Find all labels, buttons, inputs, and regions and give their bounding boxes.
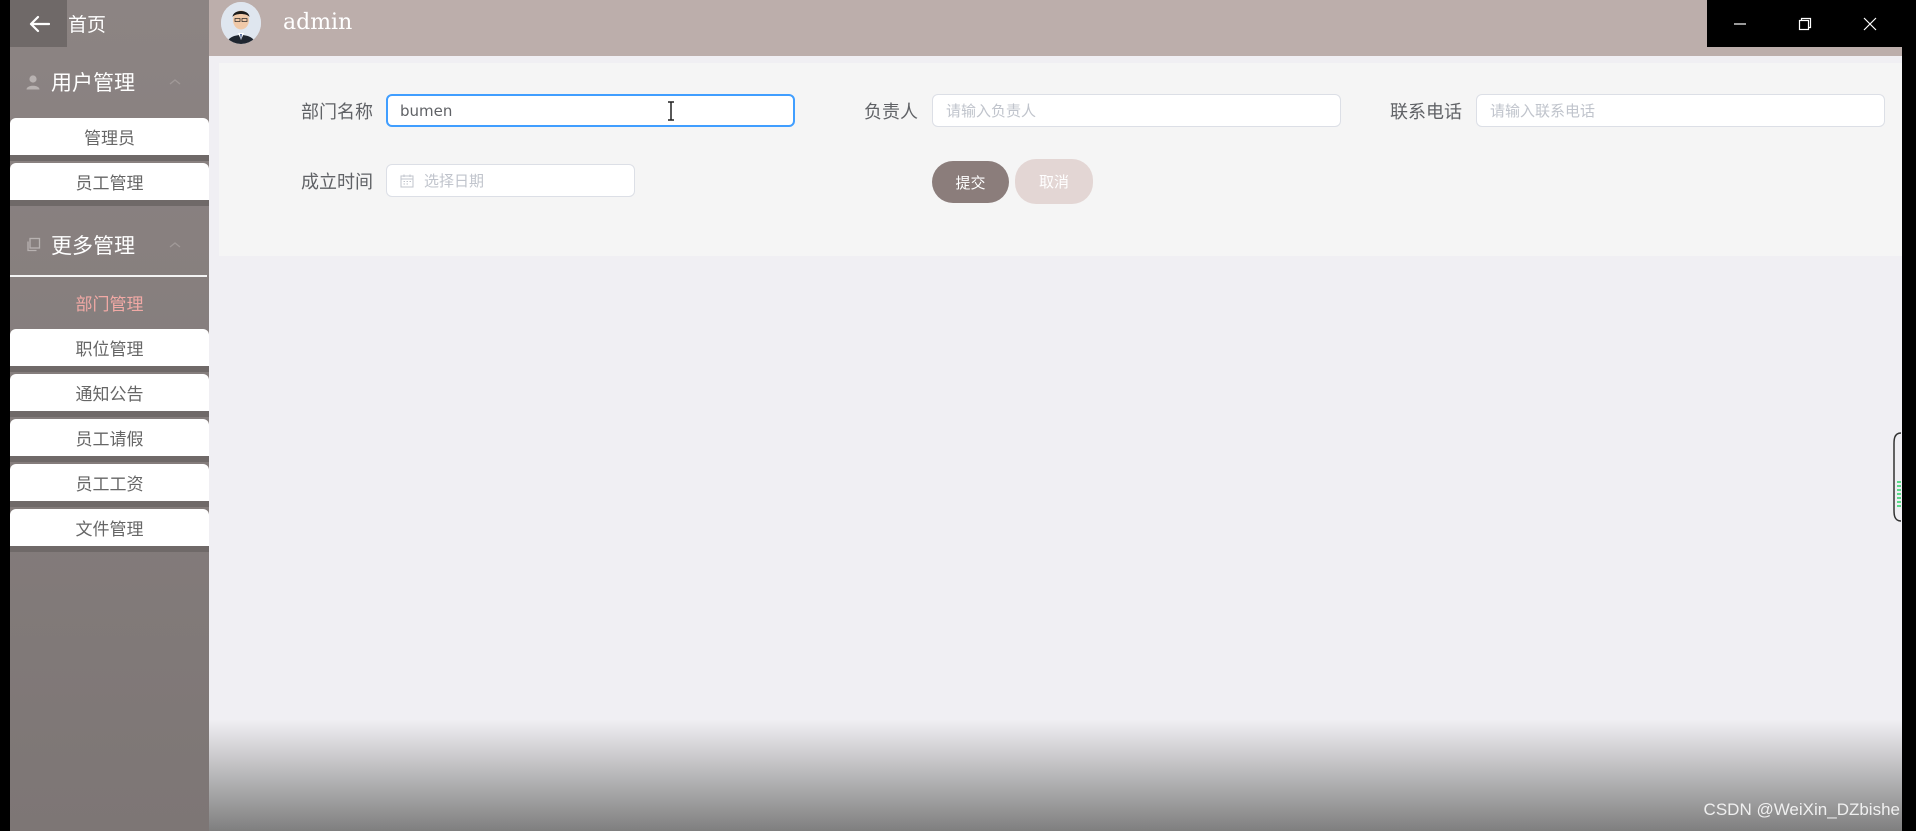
submit-button[interactable]: 提交: [932, 161, 1009, 203]
manager-label: 负责人: [864, 102, 918, 123]
dept-name-value: bumen: [400, 101, 453, 120]
dept-name-label: 部门名称: [301, 102, 373, 123]
sidebar-item-label: 职位管理: [75, 340, 144, 360]
menu-group-divider: [10, 275, 207, 277]
sidebar-item-label: 员工工资: [75, 475, 144, 495]
chevron-up-icon: [169, 79, 181, 85]
sidebar-item-label: 通知公告: [75, 385, 144, 405]
close-button[interactable]: [1837, 0, 1902, 47]
app-window: 首页 用户管理 管理员 员工管理 更多管理 部门管理 职位管理 通知公告 员工请…: [10, 0, 1902, 831]
minimize-icon: [1733, 22, 1746, 25]
username: admin: [283, 10, 353, 35]
sidebar-item-label: 员工请假: [75, 430, 144, 450]
text-cursor-icon: [668, 101, 674, 121]
founded-date-placeholder: 选择日期: [424, 172, 485, 190]
sidebar: 首页 用户管理 管理员 员工管理 更多管理 部门管理 职位管理 通知公告 员工请…: [10, 0, 209, 831]
scroll-indicator-icon[interactable]: [1890, 432, 1902, 522]
chevron-up-icon: [169, 242, 181, 248]
phone-input[interactable]: 请输入联系电话: [1476, 94, 1885, 127]
manager-input[interactable]: 请输入负责人: [932, 94, 1341, 127]
founded-date-picker[interactable]: 选择日期: [386, 164, 635, 197]
sidebar-item-label: 员工管理: [75, 174, 144, 194]
watermark: CSDN @WeiXin_DZbishe: [1703, 800, 1900, 819]
dept-name-input[interactable]: bumen: [386, 94, 795, 127]
sidebar-item-admin[interactable]: 管理员: [10, 118, 209, 155]
sidebar-item-department-management[interactable]: 部门管理: [10, 284, 209, 321]
minimize-button[interactable]: [1707, 0, 1772, 47]
menu-group-label: 用户管理: [51, 71, 135, 95]
menu-group-user-management[interactable]: 用户管理: [10, 61, 209, 103]
restore-icon: [1798, 17, 1811, 30]
copy-icon: [24, 236, 42, 254]
menu-group-label: 更多管理: [51, 234, 135, 258]
avatar-image: [221, 2, 261, 44]
cancel-label: 取消: [1038, 173, 1069, 191]
department-form: 部门名称 bumen 负责人 请输入负责人 联系电话 请输入联系电话 成立时间 …: [219, 63, 1902, 256]
phone-placeholder: 请输入联系电话: [1490, 102, 1596, 120]
sidebar-item-employee-leave[interactable]: 员工请假: [10, 419, 209, 456]
sidebar-item-label: 部门管理: [75, 295, 144, 315]
window-controls: [1707, 0, 1902, 47]
menu-group-more-management[interactable]: 更多管理: [10, 224, 209, 266]
restore-button[interactable]: [1772, 0, 1837, 47]
founded-date-label: 成立时间: [301, 172, 373, 193]
sidebar-item-employee-salary[interactable]: 员工工资: [10, 464, 209, 501]
back-button[interactable]: [10, 0, 67, 47]
home-link[interactable]: 首页: [68, 10, 106, 37]
user-icon: [24, 73, 42, 91]
cancel-button[interactable]: 取消: [1015, 159, 1093, 204]
sidebar-item-position-management[interactable]: 职位管理: [10, 329, 209, 366]
sidebar-item-employee-management[interactable]: 员工管理: [10, 163, 209, 200]
sidebar-item-label: 管理员: [84, 129, 135, 149]
phone-label: 联系电话: [1390, 102, 1462, 123]
calendar-icon: [400, 173, 416, 189]
sidebar-item-file-management[interactable]: 文件管理: [10, 509, 209, 546]
submit-label: 提交: [955, 173, 986, 192]
close-icon: [1863, 17, 1876, 30]
sidebar-item-notices[interactable]: 通知公告: [10, 374, 209, 411]
sidebar-item-label: 文件管理: [75, 520, 144, 540]
arrow-left-icon: [29, 15, 50, 32]
avatar[interactable]: [221, 2, 261, 44]
manager-placeholder: 请输入负责人: [946, 102, 1037, 120]
top-header: admin: [209, 0, 1902, 56]
bottom-fade: [209, 720, 1902, 831]
